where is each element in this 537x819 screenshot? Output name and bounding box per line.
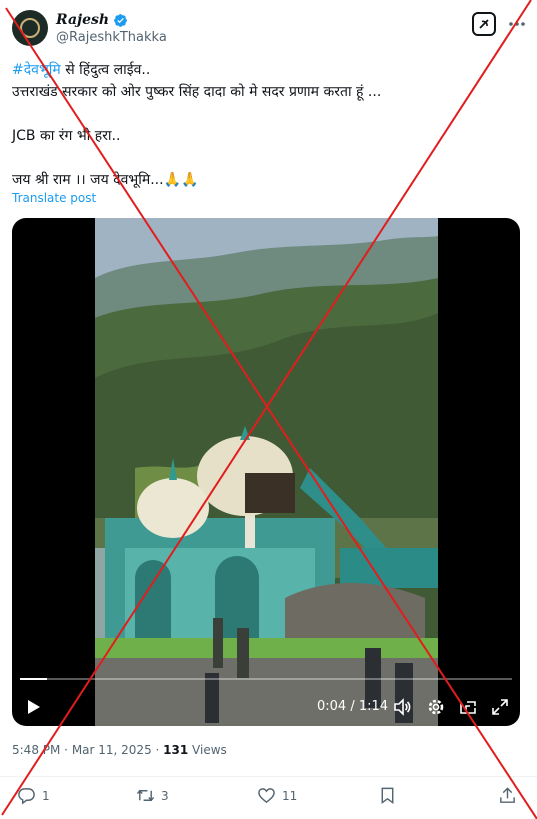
name-row: Rajesh (56, 11, 167, 29)
reply-count: 1 (42, 788, 50, 803)
more-icon (509, 22, 525, 26)
more-button[interactable] (506, 12, 528, 36)
author-handle[interactable]: @RajeshkThakka (56, 30, 167, 45)
action-bar: 1 3 11 (0, 786, 537, 808)
avatar[interactable] (12, 10, 48, 46)
author-block: Rajesh @RajeshkThakka (56, 11, 167, 45)
play-icon[interactable] (24, 698, 42, 716)
pip-icon[interactable] (458, 697, 478, 717)
video-progress-bar[interactable] (20, 678, 512, 680)
video-frame[interactable] (95, 218, 438, 726)
post-header: Rajesh @RajeshkThakka (12, 10, 525, 50)
views-label: Views (188, 743, 227, 757)
reply-button[interactable]: 1 (17, 786, 50, 805)
post-date[interactable]: Mar 11, 2025 (72, 743, 152, 757)
volume-icon[interactable] (392, 697, 412, 717)
post-line-1-text: से हिंदुत्व लाईव.. (60, 62, 151, 78)
avatar-emblem (20, 18, 40, 38)
like-button[interactable]: 11 (257, 786, 297, 805)
share-icon (500, 787, 515, 803)
fullscreen-icon[interactable] (490, 697, 510, 717)
grok-button[interactable] (472, 12, 496, 36)
share-button[interactable] (498, 786, 517, 805)
like-count: 11 (282, 788, 298, 803)
post-line-3: JCB का रंग भी हरा.. (12, 128, 121, 144)
post-line-1: #देवभूमि से हिंदुत्व लाईव.. (12, 59, 527, 81)
views-count: 131 (163, 743, 189, 757)
post-text: #देवभूमि से हिंदुत्व लाईव.. उत्तराखंड सर… (12, 59, 527, 191)
video-player[interactable]: 0:04 / 1:14 (12, 218, 520, 726)
bookmark-button[interactable] (378, 786, 397, 805)
author-display-name[interactable]: Rajesh (56, 12, 109, 28)
repost-count: 3 (161, 788, 169, 803)
post-time[interactable]: 5:48 PM (12, 743, 60, 757)
video-time: 0:04 / 1:14 (317, 699, 389, 714)
post-line-2: उत्तराखंड सरकार को ओर पुष्कर सिंह दादा क… (12, 84, 382, 100)
post-meta: 5:48 PM · Mar 11, 2025 · 131 Views (12, 743, 227, 757)
hashtag-link[interactable]: #देवभूमि (12, 62, 61, 78)
verified-badge-icon (114, 13, 127, 27)
reply-icon (18, 788, 35, 805)
translate-post-link[interactable]: Translate post (12, 191, 96, 205)
post-line-4: जय श्री राम ।। जय देवभूमि...🙏🙏 (12, 172, 199, 188)
video-progress-fill (20, 678, 47, 680)
grok-icon (479, 19, 489, 29)
divider (0, 776, 537, 777)
repost-button[interactable]: 3 (136, 786, 169, 805)
settings-icon[interactable] (426, 697, 446, 717)
bookmark-icon (381, 787, 394, 805)
like-icon (258, 788, 275, 804)
repost-icon (136, 789, 155, 802)
